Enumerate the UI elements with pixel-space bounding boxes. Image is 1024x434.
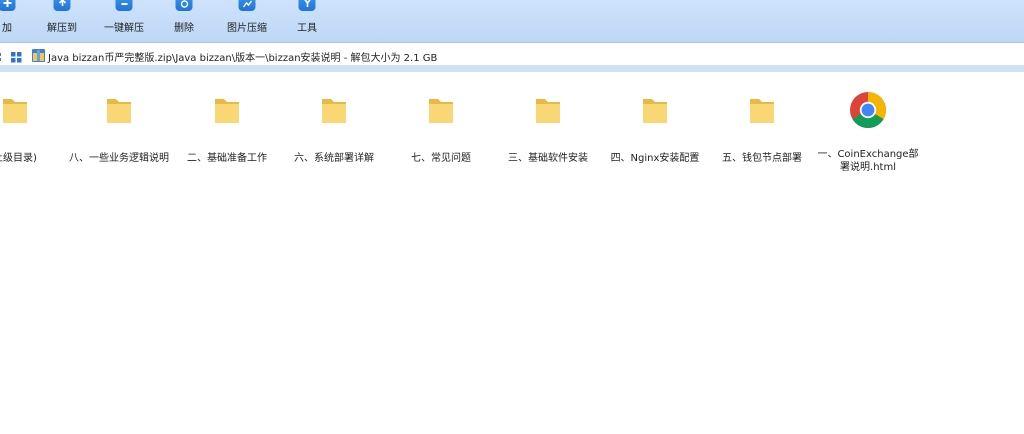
- folder-icon: [314, 90, 354, 130]
- folder-icon: [99, 90, 139, 130]
- file-item-business-logic[interactable]: 八、一些业务逻辑说明: [64, 90, 174, 180]
- file-label: 六、系统部署详解: [294, 153, 374, 164]
- tools-button[interactable]: 工具: [292, 0, 322, 42]
- extract-to-icon: [53, 0, 71, 11]
- back-arrow-icon[interactable]: [0, 48, 4, 61]
- toolbar: 加 解压到 一键解压 删除 图片压缩 工具: [0, 0, 1024, 43]
- file-item-nginx-config[interactable]: 四、Nginx安装配置: [600, 90, 710, 180]
- folder-icon: [528, 90, 568, 130]
- image-compress-label: 图片压缩: [227, 23, 267, 34]
- folder-icon: [421, 90, 461, 130]
- tools-label: 工具: [297, 23, 317, 34]
- file-label: 八、一些业务逻辑说明: [69, 153, 169, 164]
- delete-button[interactable]: 删除: [168, 0, 200, 42]
- file-item-system-deploy[interactable]: 六、系统部署详解: [279, 90, 389, 180]
- add-label: 加: [2, 23, 12, 34]
- file-label: 五、钱包节点部署: [722, 153, 802, 164]
- quick-extract-button[interactable]: 一键解压: [100, 0, 148, 42]
- address-divider: [0, 65, 1024, 72]
- file-item-coinexchange-html[interactable]: 一、CoinExchange部署说明.html: [813, 90, 923, 180]
- file-label: 一、CoinExchange部署说明.html: [817, 149, 919, 173]
- quick-extract-label: 一键解压: [104, 23, 144, 34]
- delete-icon: [175, 0, 193, 11]
- extract-to-button[interactable]: 解压到: [44, 0, 80, 42]
- file-item-parent-dir[interactable]: 上级目录): [0, 90, 70, 180]
- tools-icon: [298, 0, 316, 11]
- folder-icon: [742, 90, 782, 130]
- file-label: 七、常见问题: [411, 153, 471, 164]
- file-item-wallet-node[interactable]: 五、钱包节点部署: [707, 90, 817, 180]
- folder-icon: [207, 90, 247, 130]
- file-item-basic-prep[interactable]: 二、基础准备工作: [172, 90, 282, 180]
- extract-to-label: 解压到: [47, 23, 77, 34]
- add-icon: [0, 0, 16, 11]
- delete-label: 删除: [174, 23, 194, 34]
- quick-extract-icon: [115, 0, 133, 11]
- chrome-icon: [848, 90, 888, 130]
- view-grid-icon[interactable]: [11, 48, 22, 63]
- file-item-faq[interactable]: 七、常见问题: [386, 90, 496, 180]
- file-label: 四、Nginx安装配置: [610, 153, 700, 164]
- file-label: 二、基础准备工作: [187, 153, 267, 164]
- folder-icon: [0, 90, 35, 130]
- add-button[interactable]: 加: [0, 0, 22, 42]
- address-path[interactable]: Java bizzan币严完整版.zip\Java bizzan\版本一\biz…: [48, 49, 437, 64]
- image-compress-button[interactable]: 图片压缩: [222, 0, 272, 42]
- archive-icon: [32, 47, 45, 62]
- file-label: 上级目录): [0, 153, 37, 164]
- folder-icon: [635, 90, 675, 130]
- file-label: 三、基础软件安装: [508, 153, 588, 164]
- file-item-software-install[interactable]: 三、基础软件安装: [493, 90, 603, 180]
- image-compress-icon: [238, 0, 256, 11]
